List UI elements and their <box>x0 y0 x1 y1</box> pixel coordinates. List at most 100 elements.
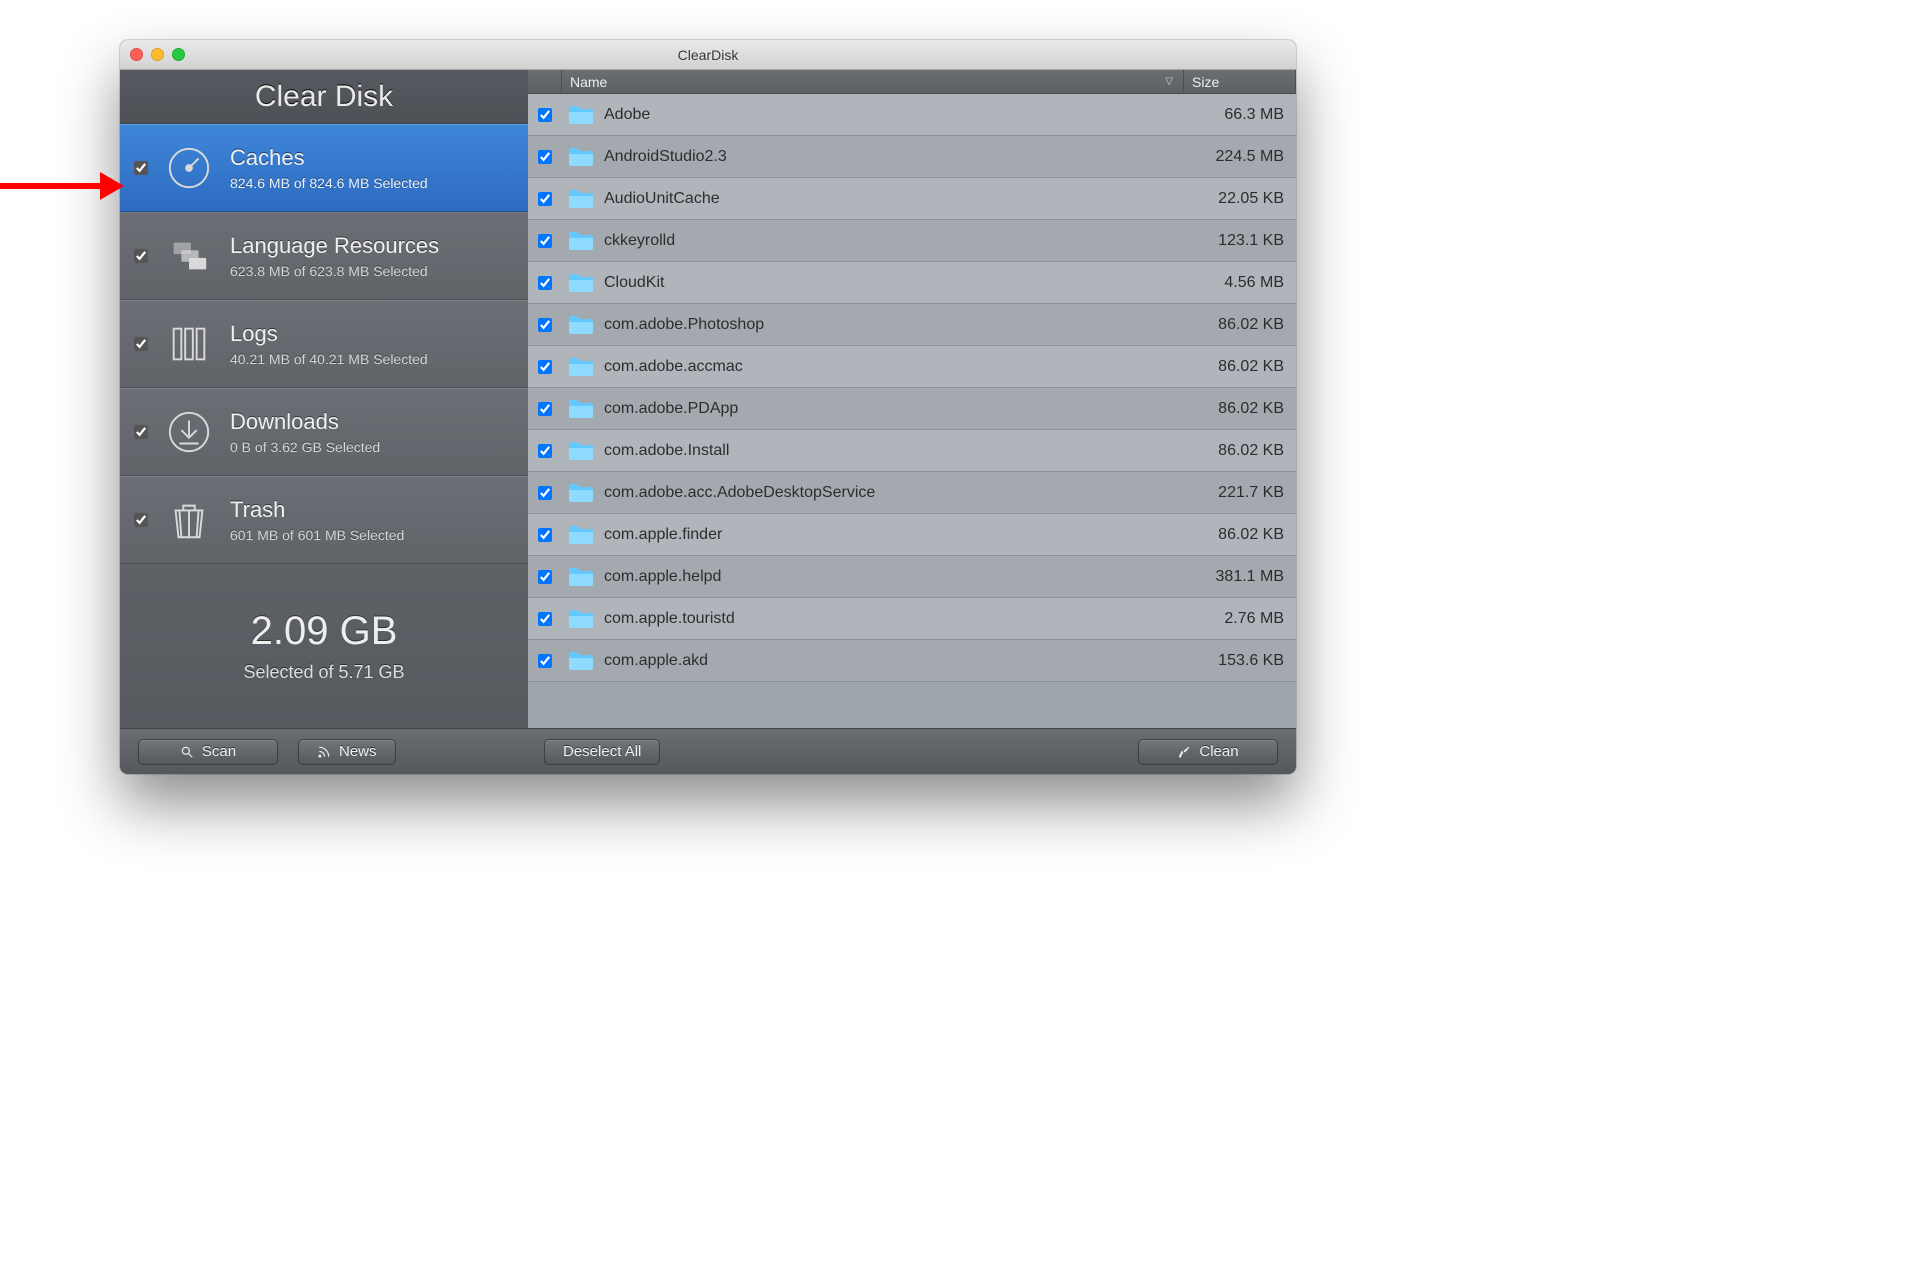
app-window: ClearDisk Clear Disk Caches824.6 MB of 8… <box>120 40 1296 774</box>
category-title: Language Resources <box>230 233 439 259</box>
scan-button-label: Scan <box>202 743 236 760</box>
file-row[interactable]: com.adobe.Install 86.02 KB <box>528 430 1296 472</box>
file-name: com.adobe.Photoshop <box>604 316 764 334</box>
folder-icon <box>568 650 594 672</box>
row-checkbox[interactable] <box>538 528 552 542</box>
file-row[interactable]: AndroidStudio2.3224.5 MB <box>528 136 1296 178</box>
row-checkbox[interactable] <box>538 276 552 290</box>
folder-icon <box>568 104 594 126</box>
category-checkbox[interactable] <box>134 425 148 439</box>
file-size: 221.7 KB <box>1184 484 1296 502</box>
file-row[interactable]: Adobe66.3 MB <box>528 94 1296 136</box>
news-button-label: News <box>339 743 377 760</box>
sidebar-category-trash[interactable]: Trash601 MB of 601 MB Selected <box>120 476 528 564</box>
file-row[interactable]: com.adobe.PDApp 86.02 KB <box>528 388 1296 430</box>
file-name: com.adobe.acc.AdobeDesktopService <box>604 484 875 502</box>
download-icon <box>164 407 214 457</box>
file-row[interactable]: CloudKit4.56 MB <box>528 262 1296 304</box>
folder-icon <box>568 314 594 336</box>
file-size: 4.56 MB <box>1184 274 1296 292</box>
column-header-size[interactable]: Size <box>1184 70 1296 93</box>
file-size: 86.02 KB <box>1184 400 1296 418</box>
selection-summary: 2.09 GB Selected of 5.71 GB <box>120 564 528 728</box>
sidebar-category-downloads[interactable]: Downloads0 B of 3.62 GB Selected <box>120 388 528 476</box>
rss-icon <box>317 745 331 759</box>
clean-button[interactable]: Clean <box>1138 739 1278 765</box>
file-size: 66.3 MB <box>1184 106 1296 124</box>
sort-descending-icon: ▽ <box>1165 76 1173 87</box>
file-pane: Name ▽ Size Adobe66.3 MBAndroidStudio2.3… <box>528 70 1296 728</box>
file-row[interactable]: com.apple.helpd 381.1 MB <box>528 556 1296 598</box>
file-size: 153.6 KB <box>1184 652 1296 670</box>
row-checkbox[interactable] <box>538 150 552 164</box>
broom-icon <box>1177 745 1191 759</box>
file-name: com.apple.helpd <box>604 568 721 586</box>
row-checkbox[interactable] <box>538 654 552 668</box>
row-checkbox[interactable] <box>538 444 552 458</box>
file-size: 86.02 KB <box>1184 358 1296 376</box>
file-size: 381.1 MB <box>1184 568 1296 586</box>
row-checkbox[interactable] <box>538 570 552 584</box>
folder-icon <box>568 524 594 546</box>
file-list[interactable]: Adobe66.3 MBAndroidStudio2.3224.5 MBAudi… <box>528 94 1296 728</box>
file-row[interactable]: com.apple.finder 86.02 KB <box>528 514 1296 556</box>
annotation-arrow <box>0 172 124 200</box>
sidebar-category-language-resources[interactable]: Language Resources623.8 MB of 623.8 MB S… <box>120 212 528 300</box>
category-subtitle: 0 B of 3.62 GB Selected <box>230 439 380 455</box>
category-subtitle: 40.21 MB of 40.21 MB Selected <box>230 351 428 367</box>
file-name: AndroidStudio2.3 <box>604 148 727 166</box>
file-name: ckkeyrolld <box>604 232 675 250</box>
app-brand: Clear Disk <box>120 70 528 124</box>
file-row[interactable]: ckkeyrolld 123.1 KB <box>528 220 1296 262</box>
titlebar[interactable]: ClearDisk <box>120 40 1296 70</box>
category-subtitle: 601 MB of 601 MB Selected <box>230 527 404 543</box>
row-checkbox[interactable] <box>538 192 552 206</box>
category-subtitle: 824.6 MB of 824.6 MB Selected <box>230 175 428 191</box>
scan-button[interactable]: Scan <box>138 739 278 765</box>
column-header-name[interactable]: Name ▽ <box>562 70 1184 93</box>
category-checkbox[interactable] <box>134 337 148 351</box>
category-checkbox[interactable] <box>134 513 148 527</box>
row-checkbox[interactable] <box>538 486 552 500</box>
bottom-toolbar: Scan News Deselect All Clean <box>120 728 1296 774</box>
file-row[interactable]: com.apple.akd 153.6 KB <box>528 640 1296 682</box>
file-name: com.adobe.PDApp <box>604 400 738 418</box>
file-name: com.apple.finder <box>604 526 722 544</box>
file-name: com.apple.akd <box>604 652 708 670</box>
sidebar-category-caches[interactable]: Caches824.6 MB of 824.6 MB Selected <box>120 124 528 212</box>
folder-icon <box>568 398 594 420</box>
row-checkbox[interactable] <box>538 612 552 626</box>
file-row[interactable]: com.adobe.accmac86.02 KB <box>528 346 1296 388</box>
row-checkbox[interactable] <box>538 360 552 374</box>
summary-amount: 2.09 GB <box>251 609 398 654</box>
clean-button-label: Clean <box>1199 743 1238 760</box>
row-checkbox[interactable] <box>538 108 552 122</box>
column-headers: Name ▽ Size <box>528 70 1296 94</box>
file-size: 86.02 KB <box>1184 526 1296 544</box>
row-checkbox[interactable] <box>538 318 552 332</box>
file-size: 123.1 KB <box>1184 232 1296 250</box>
file-row[interactable]: AudioUnitCache22.05 KB <box>528 178 1296 220</box>
column-header-check[interactable] <box>528 70 562 93</box>
file-row[interactable]: com.adobe.Photoshop86.02 KB <box>528 304 1296 346</box>
row-checkbox[interactable] <box>538 234 552 248</box>
row-checkbox[interactable] <box>538 402 552 416</box>
category-checkbox[interactable] <box>134 161 148 175</box>
file-size: 86.02 KB <box>1184 442 1296 460</box>
file-name: com.apple.touristd <box>604 610 735 628</box>
folder-icon <box>568 566 594 588</box>
deselect-all-button[interactable]: Deselect All <box>544 739 660 765</box>
folder-icon <box>568 272 594 294</box>
sidebar: Clear Disk Caches824.6 MB of 824.6 MB Se… <box>120 70 528 728</box>
category-checkbox[interactable] <box>134 249 148 263</box>
category-title: Logs <box>230 321 428 347</box>
binders-icon <box>164 319 214 369</box>
file-name: com.adobe.Install <box>604 442 729 460</box>
news-button[interactable]: News <box>298 739 396 765</box>
sidebar-category-logs[interactable]: Logs 40.21 MB of 40.21 MB Selected <box>120 300 528 388</box>
folder-icon <box>568 482 594 504</box>
file-row[interactable]: com.apple.touristd 2.76 MB <box>528 598 1296 640</box>
file-size: 2.76 MB <box>1184 610 1296 628</box>
file-row[interactable]: com.adobe.acc.AdobeDesktopService 221.7 K… <box>528 472 1296 514</box>
folder-icon <box>568 356 594 378</box>
